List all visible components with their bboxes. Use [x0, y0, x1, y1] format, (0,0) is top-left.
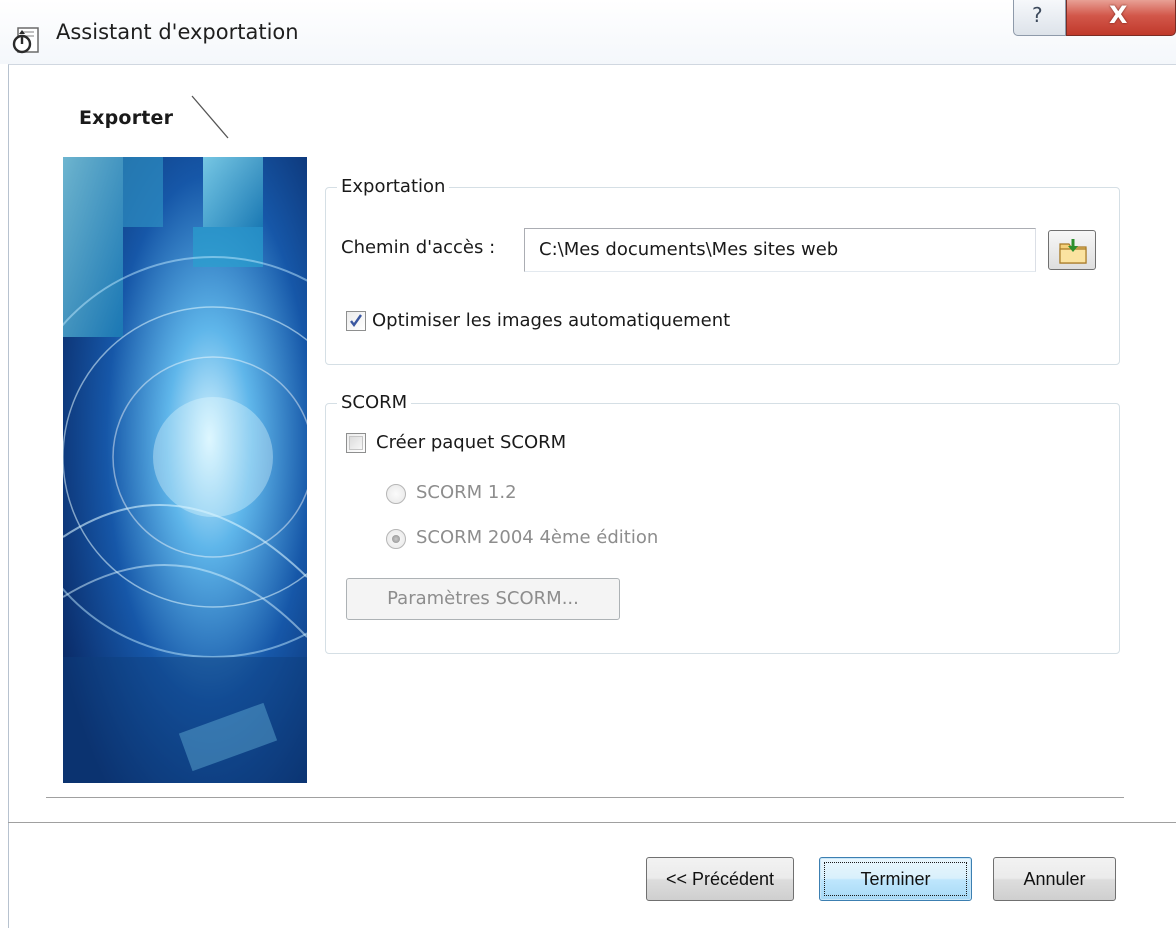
create-scorm-checkbox[interactable] — [346, 433, 366, 453]
finish-button[interactable]: Terminer — [819, 857, 972, 901]
close-button[interactable]: X — [1066, 0, 1176, 36]
checkbox-inner — [349, 436, 363, 450]
export-group — [325, 187, 1120, 365]
create-scorm-label[interactable]: Créer paquet SCORM — [376, 432, 566, 453]
scorm-2004-radio[interactable] — [386, 529, 406, 549]
help-button[interactable]: ? — [1013, 0, 1066, 36]
export-wizard-icon — [12, 27, 39, 54]
checkmark-icon — [350, 314, 362, 328]
wizard-side-image — [63, 157, 307, 783]
scorm-12-label[interactable]: SCORM 1.2 — [416, 482, 517, 503]
previous-button[interactable]: << Précédent — [646, 857, 794, 901]
focus-rectangle — [824, 862, 967, 896]
scorm-group-title: SCORM — [337, 392, 412, 413]
browse-button[interactable] — [1048, 230, 1096, 270]
scorm-12-radio[interactable] — [386, 484, 406, 504]
scorm-params-button[interactable]: Paramètres SCORM... — [346, 578, 620, 620]
optimize-images-label[interactable]: Optimiser les images automatiquement — [372, 310, 730, 331]
separator-line — [46, 797, 1124, 798]
step-divider-slash — [191, 95, 229, 139]
step-title: Exporter — [79, 107, 174, 129]
folder-open-icon — [1059, 239, 1087, 264]
radio-selected-dot — [392, 535, 400, 543]
close-icon: X — [1109, 1, 1128, 29]
cancel-button[interactable]: Annuler — [993, 857, 1116, 901]
path-input[interactable]: C:\Mes documents\Mes sites web — [524, 228, 1036, 272]
help-icon: ? — [1032, 3, 1043, 27]
path-label: Chemin d'accès : — [341, 237, 496, 258]
title-bar: Assistant d'exportation ? X — [0, 0, 1176, 64]
separator-line — [8, 822, 1176, 823]
export-group-title: Exportation — [337, 176, 450, 197]
window-title: Assistant d'exportation — [56, 20, 299, 44]
scorm-2004-label[interactable]: SCORM 2004 4ème édition — [416, 527, 658, 548]
optimize-images-checkbox[interactable] — [346, 311, 366, 331]
